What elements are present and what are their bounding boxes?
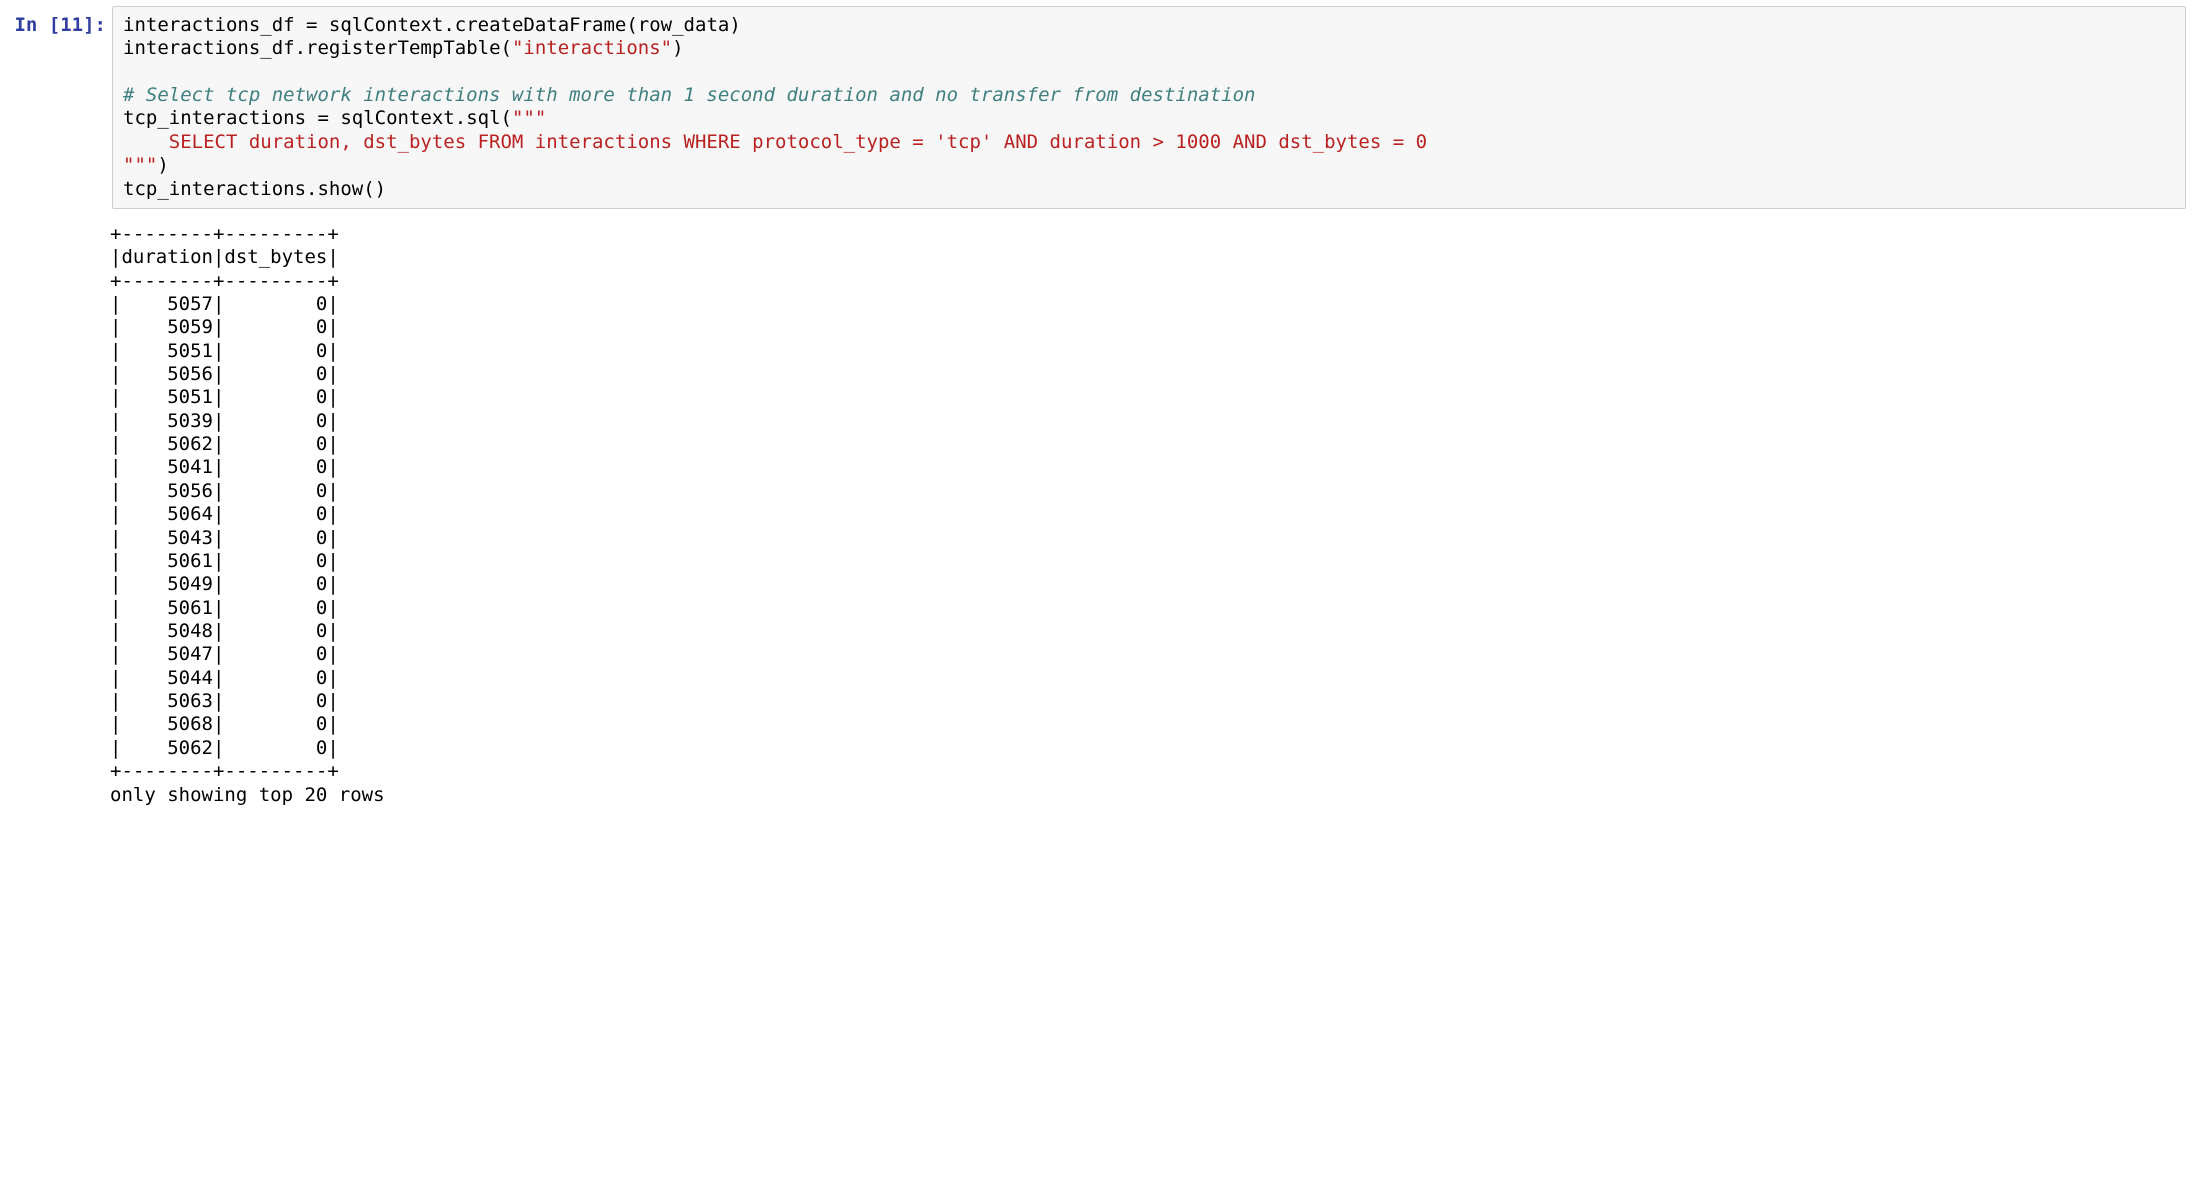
code-cell: In [11]: interactions_df = sqlContext.cr… <box>0 0 2192 209</box>
code-input-area[interactable]: interactions_df = sqlContext.createDataF… <box>112 6 2186 209</box>
code-content[interactable]: interactions_df = sqlContext.createDataF… <box>123 14 2175 201</box>
cell-prompt: In [11]: <box>6 6 112 37</box>
prompt-number: 11 <box>60 14 83 36</box>
output-area: +--------+---------+ |duration|dst_bytes… <box>106 209 2186 807</box>
prompt-prefix: In [ <box>14 14 60 36</box>
output-cell: +--------+---------+ |duration|dst_bytes… <box>0 209 2192 813</box>
output-text: +--------+---------+ |duration|dst_bytes… <box>110 223 2186 807</box>
prompt-suffix: ]: <box>83 14 106 36</box>
